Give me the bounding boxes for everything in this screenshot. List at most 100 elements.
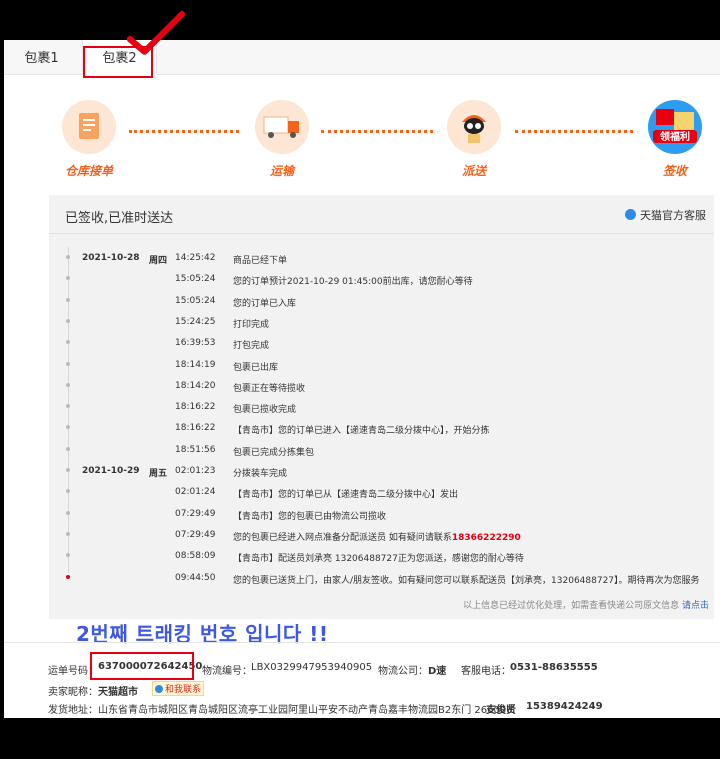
event-time: 18:14:20 (175, 380, 216, 391)
step-warehouse: 仓库接单 (44, 100, 134, 179)
timeline-row: 18:16:22 【青岛市】您的订单已进入【递速青岛二级分拨中心】，开始分拣 (49, 418, 714, 439)
timeline-row: 18:51:56 包裹已完成分拣集包 (49, 440, 714, 461)
step-label: 运输 (269, 164, 294, 178)
event-text: 您的包裹已送货上门，由家人/朋友签收。如有疑问您可以联系配送员【刘承亮，1320… (233, 575, 700, 586)
event-text: 【青岛市】您的订单已进入【递速青岛二级分拨中心】，开始分拣 (233, 426, 490, 437)
info-line-seller: 卖家昵称： 天猫超市 和我联系 (48, 681, 205, 698)
event-time: 18:51:56 (175, 444, 216, 455)
event-desc: 包裹正在等待揽收 (233, 381, 305, 394)
timeline-row: 15:24:25 打印完成 (49, 312, 714, 333)
event-desc: 您的包裹已经进入网点准备分配派送员 如有疑问请联系18366222290 (233, 530, 521, 543)
event-time: 18:16:22 (175, 423, 216, 434)
timeline-dot (66, 361, 70, 366)
tracking-header: 已签收,已准时送达 天猫官方客服 (49, 195, 714, 234)
timeline-dot (66, 340, 70, 345)
event-desc: 包裹已揽收完成 (233, 402, 296, 415)
badge-text: 领福利 (660, 130, 690, 143)
timeline-row: 2021-10-28 周四 14:25:42 商品已经下单 (49, 248, 714, 269)
event-text: 包裹已完成分拣集包 (233, 447, 315, 458)
logistics-number: LBX0329947953940905 (251, 662, 373, 673)
step-label: 仓库接单 (64, 164, 113, 178)
timeline-row: 2021-10-29 周五 02:01:23 分拨装车完成 (49, 461, 714, 482)
event-text: 打印完成 (233, 319, 270, 330)
seller-label: 卖家昵称： (48, 687, 98, 698)
event-time: 16:39:53 (175, 338, 216, 349)
step-label: 派送 (461, 164, 486, 178)
timeline-row: 07:29:49 【青岛市】您的包裹已由物流公司揽收 (49, 504, 714, 525)
event-desc: 包裹已完成分拣集包 (233, 445, 314, 458)
checkmark-icon (126, 11, 186, 55)
timeline-dot (66, 318, 70, 323)
warehouse-icon (62, 100, 116, 154)
highlight-box-waybill (90, 652, 194, 680)
timeline-dot (66, 553, 70, 558)
seller-name[interactable]: 天猫超市 (98, 683, 138, 698)
event-text: 分拨装车完成 (233, 469, 288, 479)
event-text: 您的订单已入库 (233, 298, 297, 309)
company-label: 物流公司： (378, 666, 428, 677)
event-time: 18:16:22 (175, 402, 216, 413)
timeline-row: 18:14:19 包裹已出库 (49, 355, 714, 376)
service-phone: 0531-88635555 (510, 662, 598, 673)
event-desc: 您的包裹已送货上门，由家人/朋友签收。如有疑问您可以联系配送员【刘承亮，1320… (233, 573, 700, 586)
timeline-row: 07:29:49 您的包裹已经进入网点准备分配派送员 如有疑问请联系1836622… (49, 525, 714, 546)
timeline-dot (66, 468, 70, 472)
event-desc: 【青岛市】您的订单已从【递速青岛二级分拨中心】发出 (233, 487, 458, 500)
sender-name: 支俊贤 (486, 705, 516, 716)
event-phone[interactable]: 18366222290 (452, 533, 521, 543)
event-time: 15:05:24 (175, 295, 216, 306)
step-delivery: 派送 (429, 100, 519, 179)
event-desc: 打包完成 (233, 338, 269, 351)
step-connector (321, 130, 433, 133)
info-line-address: 发货地址： 山东省青岛市城阳区青岛城阳区流亭工业园阿里山平安不动产青岛嘉丰物流园… (48, 701, 603, 716)
tab-package-1[interactable]: 包裹1 (4, 40, 79, 74)
timeline-row: 09:44:50 您的包裹已送货上门，由家人/朋友签收。如有疑问您可以联系配送员【… (49, 568, 714, 589)
event-time: 09:44:50 (175, 572, 216, 583)
chat-icon (155, 685, 163, 693)
event-time: 08:58:09 (175, 551, 216, 562)
event-time: 15:24:25 (175, 316, 216, 327)
service-label: 天猫官方客服 (640, 209, 706, 222)
timeline-dot (66, 276, 70, 281)
event-time: 07:29:49 (175, 529, 216, 540)
step-label: 签收 (662, 164, 687, 178)
timeline-dot (66, 255, 70, 259)
event-weekday: 周四 (149, 256, 168, 266)
timeline-dot (66, 574, 70, 579)
gift-icon[interactable]: 领福利 (648, 100, 702, 154)
courier-icon (447, 100, 501, 154)
logistics-page: 包裹1 包裹2 仓库接单 运输 派送 领福利 签收 已签收,已准时送达 天猫官方… (4, 40, 720, 718)
event-text: 包裹已揽收完成 (233, 405, 297, 416)
event-time: 02:01:24 (175, 487, 216, 498)
timeline-row: 15:05:24 您的订单预计2021-10-29 01:45:00前出库，请您耐… (49, 269, 714, 290)
event-time: 02:01:23 (175, 466, 216, 476)
event-time: 18:14:19 (175, 359, 216, 370)
step-transport: 运输 (237, 100, 327, 179)
step-connector (129, 130, 239, 133)
event-desc: 【青岛市】您的包裹已由物流公司揽收 (233, 509, 386, 522)
progress-steps: 仓库接单 运输 派送 领福利 签收 (4, 100, 720, 190)
footer-link[interactable]: 请点击 (682, 601, 709, 611)
contact-label: 和我联系 (165, 685, 202, 695)
event-desc: 您的订单预计2021-10-29 01:45:00前出库，请您耐心等待 (233, 274, 473, 287)
event-text: 商品已经下单 (233, 256, 288, 266)
event-date: 2021-10-28 (82, 253, 140, 263)
logistics-company: D速 (428, 666, 447, 677)
event-text: 【青岛市】配送员刘承亮 13206488727正为您派送，感谢您的耐心等待 (233, 554, 524, 565)
event-weekday: 周五 (149, 469, 168, 479)
timeline-dot (66, 297, 70, 302)
delivery-status: 已签收,已准时送达 (65, 211, 174, 226)
event-text: 您的包裹已经进入网点准备分配派送员 如有疑问请联系 (233, 532, 452, 543)
timeline-row: 18:14:20 包裹正在等待揽收 (49, 376, 714, 397)
contact-seller-button[interactable]: 和我联系 (152, 681, 205, 696)
event-time: 07:29:49 (175, 508, 216, 519)
timeline-dot (66, 404, 70, 409)
service-link[interactable]: 天猫官方客服 (625, 207, 706, 223)
event-desc: 【青岛市】您的订单已进入【递速青岛二级分拨中心】，开始分拣 (233, 423, 490, 436)
truck-icon (255, 100, 309, 154)
event-desc: 您的订单已入库 (233, 296, 296, 309)
timeline-dot (66, 489, 70, 494)
event-text: 打包完成 (233, 341, 270, 352)
lognum-label: 物流编号： (202, 666, 252, 677)
timeline-row: 15:05:24 您的订单已入库 (49, 291, 714, 312)
